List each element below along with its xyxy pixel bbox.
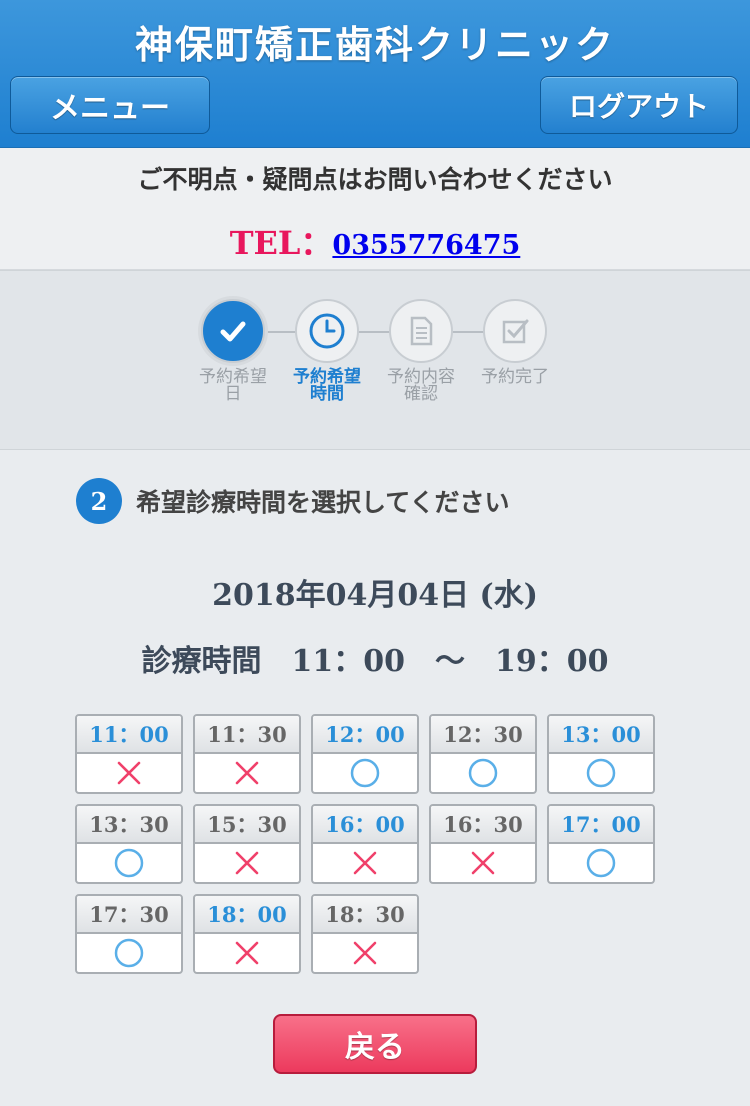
available-circle-icon [549,754,653,792]
time-slot-label: 17：00 [549,806,653,844]
time-slot[interactable]: 11：30 [193,714,301,794]
available-circle-icon [77,934,181,972]
app-header: 神保町矯正歯科クリニック メニュー ログアウト [0,0,750,148]
time-slot[interactable]: 16：00 [311,804,419,884]
unavailable-cross-icon [195,754,299,792]
tel-label: TEL： [229,224,333,262]
step-label-line2: 確認 [404,384,438,404]
time-slot[interactable]: 13：00 [547,714,655,794]
time-slot[interactable]: 12：00 [311,714,419,794]
time-slot[interactable]: 11：00 [75,714,183,794]
step-label-line2: 日 [224,384,242,404]
clock-icon [295,299,359,363]
section-heading: 2 希望診療時間を選択してください [76,478,510,524]
unavailable-cross-icon [195,934,299,972]
time-slot-label: 11：00 [77,716,181,754]
back-button[interactable]: 戻る [273,1014,477,1074]
clinic-hours: 診療時間 11：00 ～ 19：00 [141,644,609,679]
contact-section: ご不明点・疑問点はお問い合わせください TEL：0355776475 [0,148,750,270]
contact-tel: TEL：0355776475 [0,218,750,264]
logout-button[interactable]: ログアウト [540,76,738,134]
time-slot[interactable]: 18：00 [193,894,301,974]
unavailable-cross-icon [431,844,535,882]
selected-date: 2018年04月04日 (水) [212,578,538,613]
contact-message: ご不明点・疑問点はお問い合わせください [137,165,613,194]
time-slot-label: 12：00 [313,716,417,754]
time-slot[interactable]: 13：30 [75,804,183,884]
available-circle-icon [77,844,181,882]
document-icon [389,299,453,363]
step-label: 予約内容 確認 [376,369,466,403]
time-slot-label: 18：00 [195,896,299,934]
time-slot[interactable]: 17：00 [547,804,655,884]
time-slot[interactable]: 18：30 [311,894,419,974]
progress-step-4: 予約完了 [470,299,560,386]
step-label: 予約希望 時間 [282,369,372,403]
unavailable-cross-icon [195,844,299,882]
time-slot-label: 17：30 [77,896,181,934]
time-slot[interactable]: 15：30 [193,804,301,884]
tel-link[interactable]: 0355776475 [332,230,520,261]
unavailable-cross-icon [313,934,417,972]
page-title: 神保町矯正歯科クリニック [134,22,615,67]
available-circle-icon [431,754,535,792]
step-number-badge: 2 [76,478,122,524]
time-slot-label: 15：30 [195,806,299,844]
step-label: 予約完了 [470,369,560,386]
time-slot-label: 12：30 [431,716,535,754]
step-label: 予約希望日 [188,369,278,403]
unavailable-cross-icon [77,754,181,792]
time-slot[interactable]: 16：30 [429,804,537,884]
progress-step-1: 予約希望日 [188,299,278,403]
time-slot-label: 11：30 [195,716,299,754]
progress-step-2: 予約希望 時間 [282,299,372,403]
time-slot-label: 18：30 [313,896,417,934]
progress-steps: 予約希望日予約希望 時間 予約内容 確認 予約完了 [0,270,750,450]
step-label-line1: 予約完了 [481,367,549,387]
available-circle-icon [549,844,653,882]
unavailable-cross-icon [313,844,417,882]
menu-button[interactable]: メニュー [10,76,210,134]
time-slot-label: 16：30 [431,806,535,844]
check-icon [201,299,265,363]
time-slot-label: 16：00 [313,806,417,844]
checkbox-icon [483,299,547,363]
time-slot-label: 13：00 [549,716,653,754]
time-slot[interactable]: 12：30 [429,714,537,794]
available-circle-icon [313,754,417,792]
progress-step-3: 予約内容 確認 [376,299,466,403]
time-slot[interactable]: 17：30 [75,894,183,974]
time-slot-label: 13：30 [77,806,181,844]
step-label-line2: 時間 [310,384,344,404]
section-title: 希望診療時間を選択してください [136,488,510,517]
